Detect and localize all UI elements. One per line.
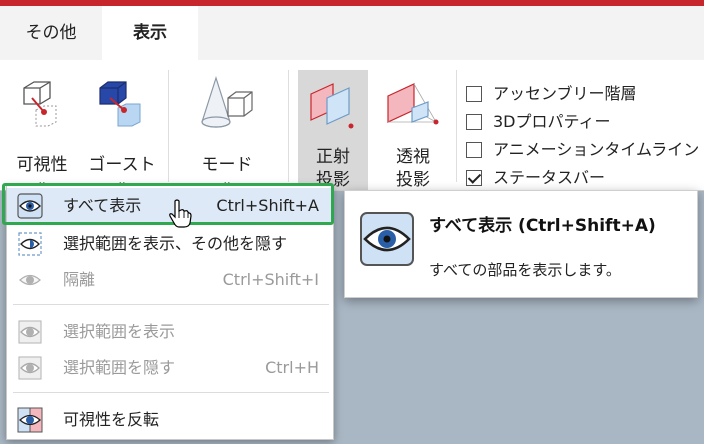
ribbon-separator bbox=[288, 70, 289, 182]
perspective-label-2: 投影 bbox=[396, 170, 430, 190]
tooltip-description: すべての部品を表示します。 bbox=[429, 261, 621, 279]
visibility-cube-icon bbox=[23, 81, 57, 127]
menu-item-invert-visibility[interactable]: 可視性を反転 bbox=[7, 402, 333, 438]
perspective-label-1: 透視 bbox=[396, 147, 430, 167]
ribbon-separator bbox=[456, 70, 457, 182]
visibility-button[interactable]: 可視性 ⌄ bbox=[6, 72, 78, 188]
eye-icon bbox=[19, 274, 41, 286]
checkbox-label: 3Dプロパティー bbox=[493, 112, 611, 131]
perspective-projection-button[interactable]: 透視 投影 bbox=[378, 70, 448, 190]
ghost-label: ゴースト bbox=[88, 155, 156, 175]
checkbox-box[interactable] bbox=[466, 142, 482, 158]
menu-item-show-selection-hide-others[interactable]: 選択範囲を表示、その他を隠す bbox=[7, 226, 333, 262]
eye-icon bbox=[360, 212, 414, 266]
menu-item-shortcut: Ctrl+Shift+I bbox=[222, 270, 319, 289]
menu-item-label: 選択範囲を表示、その他を隠す bbox=[63, 234, 288, 253]
menu-item-label: 選択範囲を表示 bbox=[63, 322, 176, 341]
ribbon-separator bbox=[168, 70, 169, 182]
checkbox-label: アニメーションタイムライン bbox=[493, 140, 700, 159]
tab-view[interactable]: 表示 bbox=[102, 6, 198, 60]
menu-item-shortcut: Ctrl+Shift+A bbox=[216, 196, 319, 215]
eye-hidden-icon bbox=[18, 356, 42, 380]
orthographic-projection-button[interactable]: 正射 投影 bbox=[298, 70, 368, 190]
visibility-label: 可視性 bbox=[16, 155, 68, 175]
ribbon-tab-bar: その他 表示 bbox=[0, 6, 704, 60]
eye-half-icon bbox=[18, 232, 42, 256]
checkbox-box[interactable] bbox=[466, 86, 482, 102]
perspective-icon bbox=[387, 83, 439, 125]
checkbox-box[interactable] bbox=[466, 114, 482, 130]
menu-item-label: すべて表示 bbox=[63, 196, 142, 215]
mode-cone-icon bbox=[201, 76, 253, 128]
eye-icon bbox=[17, 193, 43, 219]
orthographic-icon bbox=[310, 83, 354, 129]
tab-other[interactable]: その他 bbox=[0, 6, 102, 60]
mode-label: モード bbox=[201, 155, 253, 175]
menu-separator bbox=[13, 392, 329, 393]
menu-item-shortcut: Ctrl+H bbox=[265, 358, 319, 377]
menu-item-label: 可視性を反転 bbox=[63, 410, 160, 429]
menu-item-label: 選択範囲を隠す bbox=[63, 358, 176, 377]
menu-separator bbox=[13, 304, 329, 305]
checkbox-label: ステータスバー bbox=[493, 168, 606, 187]
mode-button[interactable]: モード ⌄ bbox=[186, 72, 268, 188]
menu-item-show-selection[interactable]: 選択範囲を表示 bbox=[7, 314, 333, 350]
eye-invert-icon bbox=[17, 407, 43, 433]
menu-item-hide-selection[interactable]: 選択範囲を隠す Ctrl+H bbox=[7, 350, 333, 386]
menu-item-label: 隔離 bbox=[63, 270, 96, 289]
ghost-cube-icon bbox=[99, 81, 141, 127]
menu-item-isolate[interactable]: 隔離 Ctrl+Shift+I bbox=[7, 262, 333, 298]
hand-cursor-icon bbox=[169, 199, 192, 228]
checkbox-label: アッセンブリー階層 bbox=[493, 84, 637, 103]
eye-selection-icon bbox=[18, 320, 42, 344]
ghost-button[interactable]: ゴースト ⌄ bbox=[84, 72, 160, 188]
tooltip-title: すべて表示 (Ctrl+Shift+A) bbox=[429, 216, 656, 236]
checkbox-box-checked[interactable] bbox=[466, 170, 482, 186]
show-all-tooltip: すべて表示 (Ctrl+Shift+A) すべての部品を表示します。 bbox=[344, 190, 698, 298]
orthographic-label-1: 正射 bbox=[316, 147, 350, 167]
ribbon-panel: 可視性 ⌄ ゴースト ⌄ モード ⌄ 正射 投影 透視 投影 アッセンブリー階層… bbox=[0, 60, 704, 191]
